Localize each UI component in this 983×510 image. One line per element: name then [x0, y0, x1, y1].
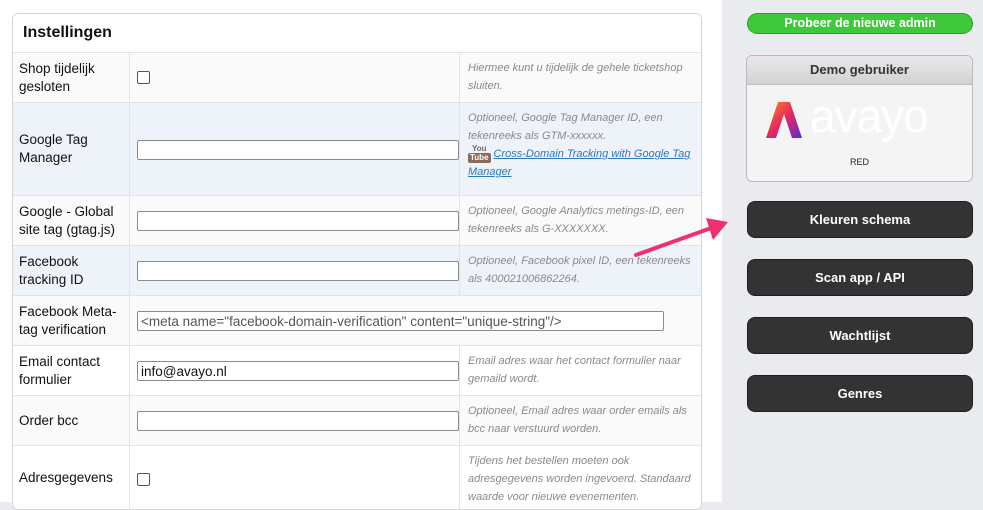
setting-row-facebook-tracking: Facebook tracking ID Optioneel, Facebook…: [13, 245, 701, 295]
demo-caption: RED: [849, 157, 869, 167]
setting-help: Hiermee kunt u tijdelijk de gehele ticke…: [459, 53, 701, 102]
youtube-icon: You Tube: [468, 144, 491, 164]
setting-label: Adresgegevens: [13, 446, 130, 509]
setting-row-email-contact: Email contact formulier Email adres waar…: [13, 345, 701, 395]
setting-row-address: Adresgegevens Tijdens het bestellen moet…: [13, 445, 701, 509]
avayo-logo-icon: [766, 102, 802, 138]
gtag-id-input[interactable]: [137, 211, 459, 231]
setting-help: Tijdens het bestellen moeten ook adresge…: [459, 446, 701, 509]
facebook-meta-input[interactable]: [137, 311, 664, 331]
setting-row-google-tag-manager: Google Tag Manager Optioneel, Google Tag…: [13, 102, 701, 195]
waitlist-button[interactable]: Wachtlijst: [747, 317, 973, 354]
setting-label: Shop tijdelijk gesloten: [13, 53, 130, 102]
settings-panel: Instellingen Shop tijdelijk gesloten Hie…: [12, 13, 702, 510]
setting-row-gtag: Google - Global site tag (gtag.js) Optio…: [13, 195, 701, 245]
address-checkbox[interactable]: [137, 473, 150, 486]
panel-title: Instellingen: [13, 14, 701, 53]
setting-help: Optioneel, Google Tag Manager ID, een te…: [459, 103, 701, 195]
setting-help: Email adres waar het contact formulier n…: [459, 346, 701, 395]
setting-label: Facebook Meta-tag verification: [13, 296, 130, 345]
try-new-admin-button[interactable]: Probeer de nieuwe admin: [747, 13, 973, 34]
demo-user-card: Demo gebruiker avayo RED: [746, 55, 973, 182]
cross-domain-tracking-link[interactable]: Cross-Domain Tracking with Google Tag Ma…: [468, 148, 690, 178]
gtm-id-input[interactable]: [137, 140, 459, 160]
demo-card-title: Demo gebruiker: [747, 56, 972, 85]
setting-label: Email contact formulier: [13, 346, 130, 395]
annotation-arrow-icon: [634, 218, 728, 257]
setting-label: Facebook tracking ID: [13, 246, 130, 295]
setting-label: Google Tag Manager: [13, 103, 130, 195]
avayo-logo-text: avayo: [810, 90, 929, 142]
youtube-help-link[interactable]: You Tube Cross-Domain Tracking with Goog…: [468, 145, 691, 181]
genres-button[interactable]: Genres: [747, 375, 973, 412]
color-scheme-button[interactable]: Kleuren schema: [747, 201, 973, 238]
setting-help-text: Optioneel, Google Tag Manager ID, een te…: [468, 112, 663, 142]
setting-row-order-bcc: Order bcc Optioneel, Email adres waar or…: [13, 395, 701, 445]
facebook-pixel-input[interactable]: [137, 261, 459, 281]
setting-help: Optioneel, Email adres waar order emails…: [459, 396, 701, 445]
setting-label: Google - Global site tag (gtag.js): [13, 196, 130, 245]
setting-row-shop-closed: Shop tijdelijk gesloten Hiermee kunt u t…: [13, 52, 701, 102]
order-bcc-input[interactable]: [137, 411, 459, 431]
scan-app-api-button[interactable]: Scan app / API: [747, 259, 973, 296]
contact-email-input[interactable]: [137, 361, 459, 381]
shop-closed-checkbox[interactable]: [137, 71, 150, 84]
setting-label: Order bcc: [13, 396, 130, 445]
avayo-logo: avayo: [764, 90, 954, 144]
setting-row-facebook-meta: Facebook Meta-tag verification: [13, 295, 701, 345]
